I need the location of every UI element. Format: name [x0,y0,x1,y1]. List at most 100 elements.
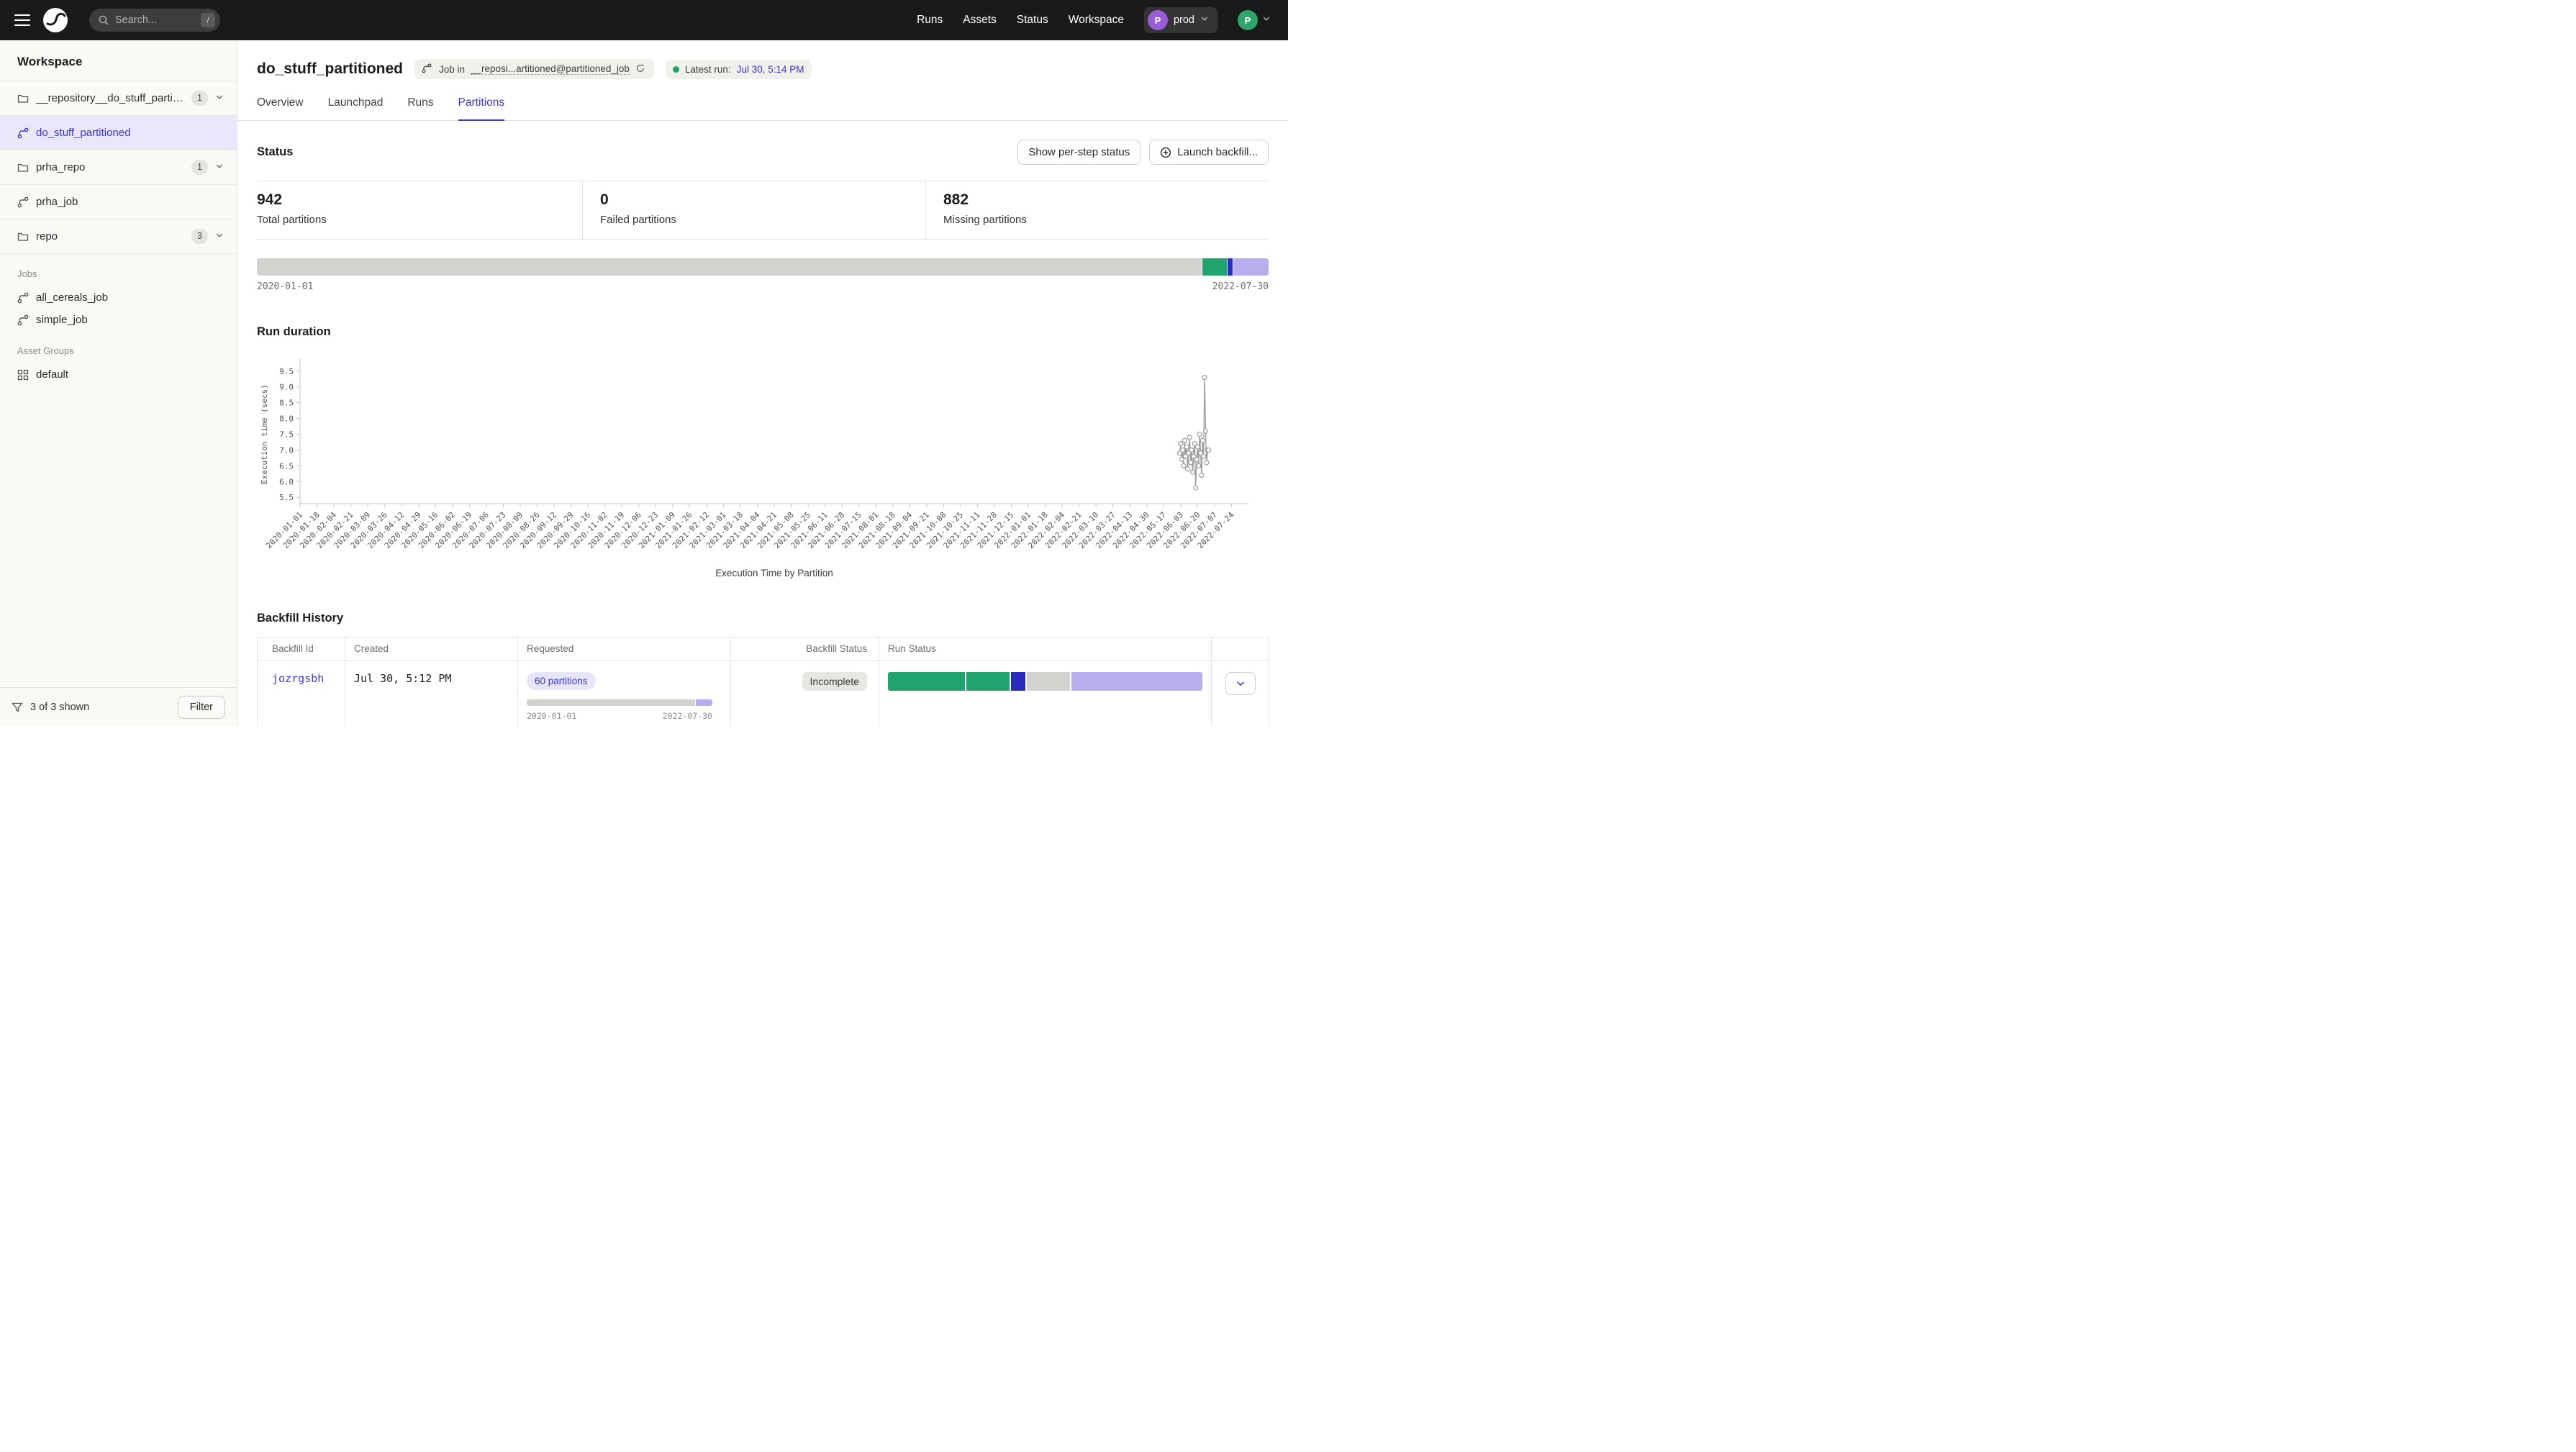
search-input-wrapper[interactable]: / [89,9,220,32]
tab-launchpad[interactable]: Launchpad [328,96,384,121]
run-status-dot [673,66,679,73]
reload-icon[interactable] [635,63,647,75]
user-avatar: P [1238,10,1258,30]
column-header-requested: Requested [518,637,731,661]
user-menu[interactable]: P [1238,10,1274,30]
svg-text:Execution Time by Partition: Execution Time by Partition [715,568,833,578]
page-header: do_stuff_partitioned Job in __reposi...a… [237,40,1288,79]
nav-link-status[interactable]: Status [1017,14,1048,27]
sidebar-item-repository-do-stuff[interactable]: __repository__do_stuff_partitio... 1 [0,81,237,116]
sidebar-footer: 3 of 3 shown Filter [0,687,237,726]
asset-group-grid-icon [17,369,29,381]
status-header-row: Status Show per-step status Launch backf… [237,140,1288,165]
chevron-down-icon [1262,14,1274,26]
backfill-created-time: Jul 30, 5:12 PM [354,672,451,685]
latest-run-time-link[interactable]: Jul 30, 5:14 PM [737,64,804,75]
partition-range-start: 2020-01-01 [257,281,313,292]
latest-run-tag: Latest run: Jul 30, 5:14 PM [666,60,812,79]
workspace-list: __repository__do_stuff_partitio... 1 do_… [0,81,237,254]
stat-label: Failed partitions [600,214,908,226]
partition-status-bar [257,258,1269,276]
stat-missing-partitions: 882 Missing partitions [925,181,1269,239]
stat-value: 942 [257,191,565,209]
sidebar-title: Workspace [0,40,237,81]
column-header-backfill-id: Backfill Id [258,637,345,661]
sidebar-item-all-cereals-job[interactable]: all_cereals_job [0,286,237,309]
job-origin-prefix: Job in [439,64,465,75]
stat-value: 882 [943,191,1251,209]
sidebar-item-label: default [36,368,68,381]
top-navigation-bar: / Runs Assets Status Workspace P prod P [0,0,1288,40]
requested-range-bar [527,699,712,706]
table-header-row: Backfill Id Created Requested Backfill S… [258,637,1269,661]
sidebar-item-label: __repository__do_stuff_partitio... [36,92,184,104]
filter-funnel-icon [12,702,23,713]
asset-groups-section-label: Asset Groups [0,331,237,363]
page-title: do_stuff_partitioned [257,60,403,78]
menu-button[interactable] [14,14,30,26]
svg-text:6.5: 6.5 [279,461,294,471]
job-icon [17,196,29,208]
item-count-badge: 1 [191,91,208,106]
run-duration-heading: Run duration [257,325,1269,339]
tab-partitions[interactable]: Partitions [458,96,505,121]
deployment-switcher[interactable]: P prod [1144,7,1217,33]
svg-text:8.0: 8.0 [279,414,294,424]
svg-text:9.0: 9.0 [279,383,294,392]
svg-text:7.0: 7.0 [279,445,294,455]
sidebar-item-prha-job[interactable]: prha_job [0,185,237,219]
tab-runs[interactable]: Runs [407,96,433,121]
backfill-history-heading: Backfill History [257,612,1269,625]
nav-link-workspace[interactable]: Workspace [1069,14,1124,27]
chevron-down-icon[interactable] [215,162,227,173]
show-per-step-status-button[interactable]: Show per-step status [1017,140,1140,165]
requested-range-start: 2020-01-01 [527,711,576,721]
launch-backfill-button[interactable]: Launch backfill... [1149,140,1269,165]
dagster-logo[interactable] [42,6,69,34]
filter-button[interactable]: Filter [178,696,225,719]
launch-backfill-label: Launch backfill... [1177,146,1258,158]
sidebar-item-prha-repo[interactable]: prha_repo 1 [0,150,237,185]
shown-count-text: 3 of 3 shown [30,702,89,713]
latest-run-label: Latest run: [685,64,731,75]
sidebar-item-label: prha_repo [36,161,184,173]
main-content: do_stuff_partitioned Job in __reposi...a… [237,40,1288,726]
nav-link-runs[interactable]: Runs [917,14,943,27]
stat-failed-partitions: 0 Failed partitions [582,181,925,239]
job-icon [17,314,29,326]
column-header-created: Created [345,637,518,661]
nav-link-assets[interactable]: Assets [963,14,997,27]
column-header-run-status: Run Status [879,637,1212,661]
sidebar-item-default-group[interactable]: default [0,363,237,386]
jobs-section-label: Jobs [0,254,237,286]
sidebar-item-simple-job[interactable]: simple_job [0,309,237,331]
folder-icon [17,162,29,173]
chevron-down-icon[interactable] [215,231,227,242]
svg-text:8.5: 8.5 [279,399,294,408]
tab-overview[interactable]: Overview [257,96,304,121]
sidebar-item-do-stuff-partitioned[interactable]: do_stuff_partitioned [0,116,237,150]
sidebar-item-label: do_stuff_partitioned [36,127,227,139]
plus-circle-icon [1160,147,1171,158]
folder-icon [17,93,29,104]
requested-range-end: 2022-07-30 [663,711,712,721]
svg-text:6.0: 6.0 [279,477,294,486]
status-heading: Status [257,145,293,159]
stat-value: 0 [600,191,908,209]
dagster-logo-icon [42,6,69,34]
job-origin-link[interactable]: __reposi...artitioned@partitioned_job [471,63,630,75]
expand-row-button[interactable] [1225,672,1256,695]
job-tabs: Overview Launchpad Runs Partitions [237,96,1288,121]
partition-stats: 942 Total partitions 0 Failed partitions… [257,181,1269,240]
top-right-nav: Runs Assets Status Workspace P prod P [917,7,1274,33]
search-input[interactable] [115,14,195,26]
svg-text:9.5: 9.5 [279,367,294,376]
backfill-id-link[interactable]: jozrgsbh [272,672,324,685]
backfill-history-table: Backfill Id Created Requested Backfill S… [257,637,1269,726]
sidebar-item-repo[interactable]: repo 3 [0,219,237,254]
chevron-down-icon[interactable] [215,93,227,104]
requested-partitions-chip: 60 partitions [527,672,596,690]
item-count-badge: 1 [191,160,208,175]
deployment-name: prod [1174,14,1194,26]
partition-bar-dates: 2020-01-01 2022-07-30 [257,281,1269,292]
